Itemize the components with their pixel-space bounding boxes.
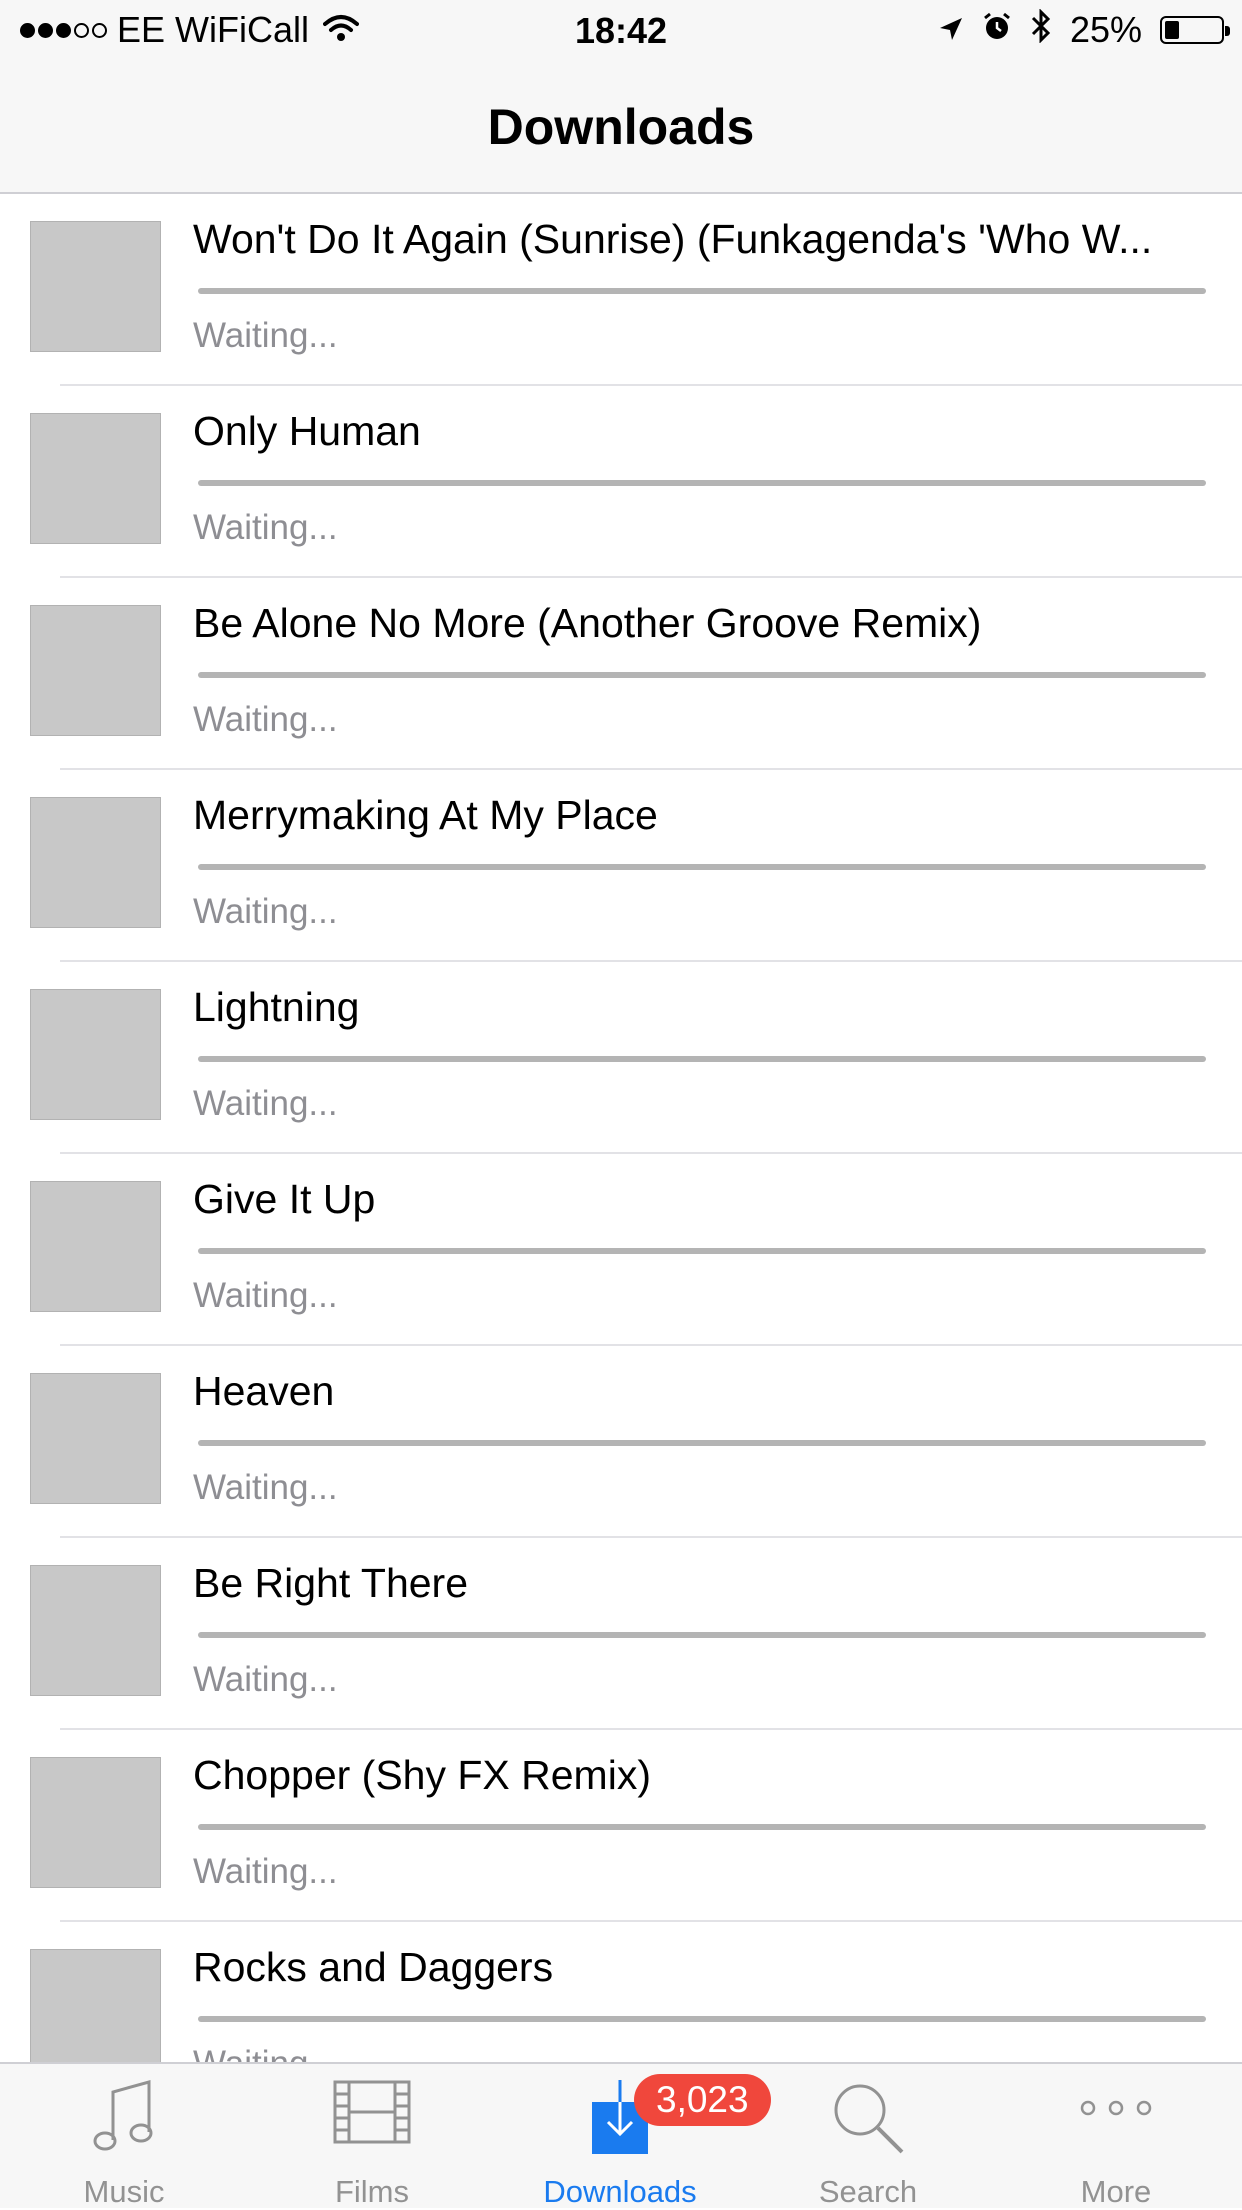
tab-label: Downloads xyxy=(543,2174,697,2209)
download-progress-bar xyxy=(198,1248,1206,1254)
download-row[interactable]: Rocks and Daggers Waiting... xyxy=(0,1922,1242,2062)
download-status: Waiting... xyxy=(193,1084,338,1123)
tab-more[interactable]: More xyxy=(992,2064,1240,2210)
song-title: Be Right There xyxy=(193,1560,469,1606)
download-status: Waiting... xyxy=(193,508,338,547)
album-artwork-placeholder xyxy=(30,1949,161,2062)
page-title: Downloads xyxy=(487,99,755,155)
song-title: Give It Up xyxy=(193,1176,376,1222)
download-status: Waiting... xyxy=(193,1276,338,1315)
download-status: Waiting... xyxy=(193,2044,338,2062)
status-bar: EE WiFiCall 18:42 25% xyxy=(0,0,1242,60)
download-row[interactable]: Be Alone No More (Another Groove Remix) W… xyxy=(0,578,1242,770)
song-title: Merrymaking At My Place xyxy=(193,792,658,838)
album-artwork-placeholder xyxy=(30,413,161,544)
tab-films[interactable]: Films xyxy=(248,2064,496,2210)
tab-label: Search xyxy=(818,2174,918,2209)
tab-label: Music xyxy=(83,2174,165,2209)
song-title: Heaven xyxy=(193,1368,335,1414)
download-progress-bar xyxy=(198,1632,1206,1638)
album-artwork-placeholder xyxy=(30,221,161,352)
alarm-clock-icon xyxy=(982,9,1012,51)
battery-level xyxy=(1165,21,1179,39)
status-right: 25% xyxy=(938,7,1230,52)
tab-label: More xyxy=(1080,2174,1152,2209)
album-artwork-placeholder xyxy=(30,989,161,1120)
downloads-list[interactable]: Won't Do It Again (Sunrise) (Funkagenda'… xyxy=(0,194,1242,2062)
download-progress-bar xyxy=(198,1056,1206,1062)
download-progress-bar xyxy=(198,1440,1206,1446)
download-status: Waiting... xyxy=(193,1852,338,1891)
song-title: Be Alone No More (Another Groove Remix) xyxy=(193,600,982,646)
download-status: Waiting... xyxy=(193,316,338,355)
download-progress-bar xyxy=(198,480,1206,486)
download-row[interactable]: Lightning Waiting... xyxy=(0,962,1242,1154)
album-artwork-placeholder xyxy=(30,1373,161,1504)
album-artwork-placeholder xyxy=(30,797,161,928)
song-title: Chopper (Shy FX Remix) xyxy=(193,1752,651,1798)
navigation-bar: Downloads xyxy=(0,60,1242,194)
download-row[interactable]: Be Right There Waiting... xyxy=(0,1538,1242,1730)
battery-icon xyxy=(1160,16,1230,44)
more-dots-icon xyxy=(992,2078,1240,2168)
tab-search[interactable]: Search xyxy=(744,2064,992,2210)
film-strip-icon xyxy=(248,2078,496,2168)
download-status: Waiting... xyxy=(193,892,338,931)
download-progress-bar xyxy=(198,672,1206,678)
album-artwork-placeholder xyxy=(30,1565,161,1696)
location-arrow-icon xyxy=(938,9,964,51)
download-status: Waiting... xyxy=(193,1468,338,1507)
download-row[interactable]: Heaven Waiting... xyxy=(0,1346,1242,1538)
download-progress-bar xyxy=(198,288,1206,294)
song-title: Won't Do It Again (Sunrise) (Funkagenda'… xyxy=(193,216,1153,262)
tab-bar: Music Films Downloads 3,023 Search More xyxy=(0,2062,1242,2210)
song-title: Rocks and Daggers xyxy=(193,1944,554,1990)
download-row[interactable]: Merrymaking At My Place Waiting... xyxy=(0,770,1242,962)
album-artwork-placeholder xyxy=(30,1181,161,1312)
music-note-icon xyxy=(0,2078,248,2168)
download-status: Waiting... xyxy=(193,1660,338,1699)
download-progress-bar xyxy=(198,2016,1206,2022)
album-artwork-placeholder xyxy=(30,1757,161,1888)
download-row[interactable]: Chopper (Shy FX Remix) Waiting... xyxy=(0,1730,1242,1922)
song-title: Only Human xyxy=(193,408,421,454)
song-title: Lightning xyxy=(193,984,360,1030)
search-icon xyxy=(744,2078,992,2168)
download-row[interactable]: Won't Do It Again (Sunrise) (Funkagenda'… xyxy=(0,194,1242,386)
download-progress-bar xyxy=(198,864,1206,870)
tab-music[interactable]: Music xyxy=(0,2064,248,2210)
download-row[interactable]: Give It Up Waiting... xyxy=(0,1154,1242,1346)
download-progress-bar xyxy=(198,1824,1206,1830)
download-status: Waiting... xyxy=(193,700,338,739)
tab-label: Films xyxy=(334,2174,410,2209)
album-artwork-placeholder xyxy=(30,605,161,736)
battery-percent: 25% xyxy=(1069,9,1142,50)
download-row[interactable]: Only Human Waiting... xyxy=(0,386,1242,578)
bluetooth-icon xyxy=(1030,7,1052,52)
